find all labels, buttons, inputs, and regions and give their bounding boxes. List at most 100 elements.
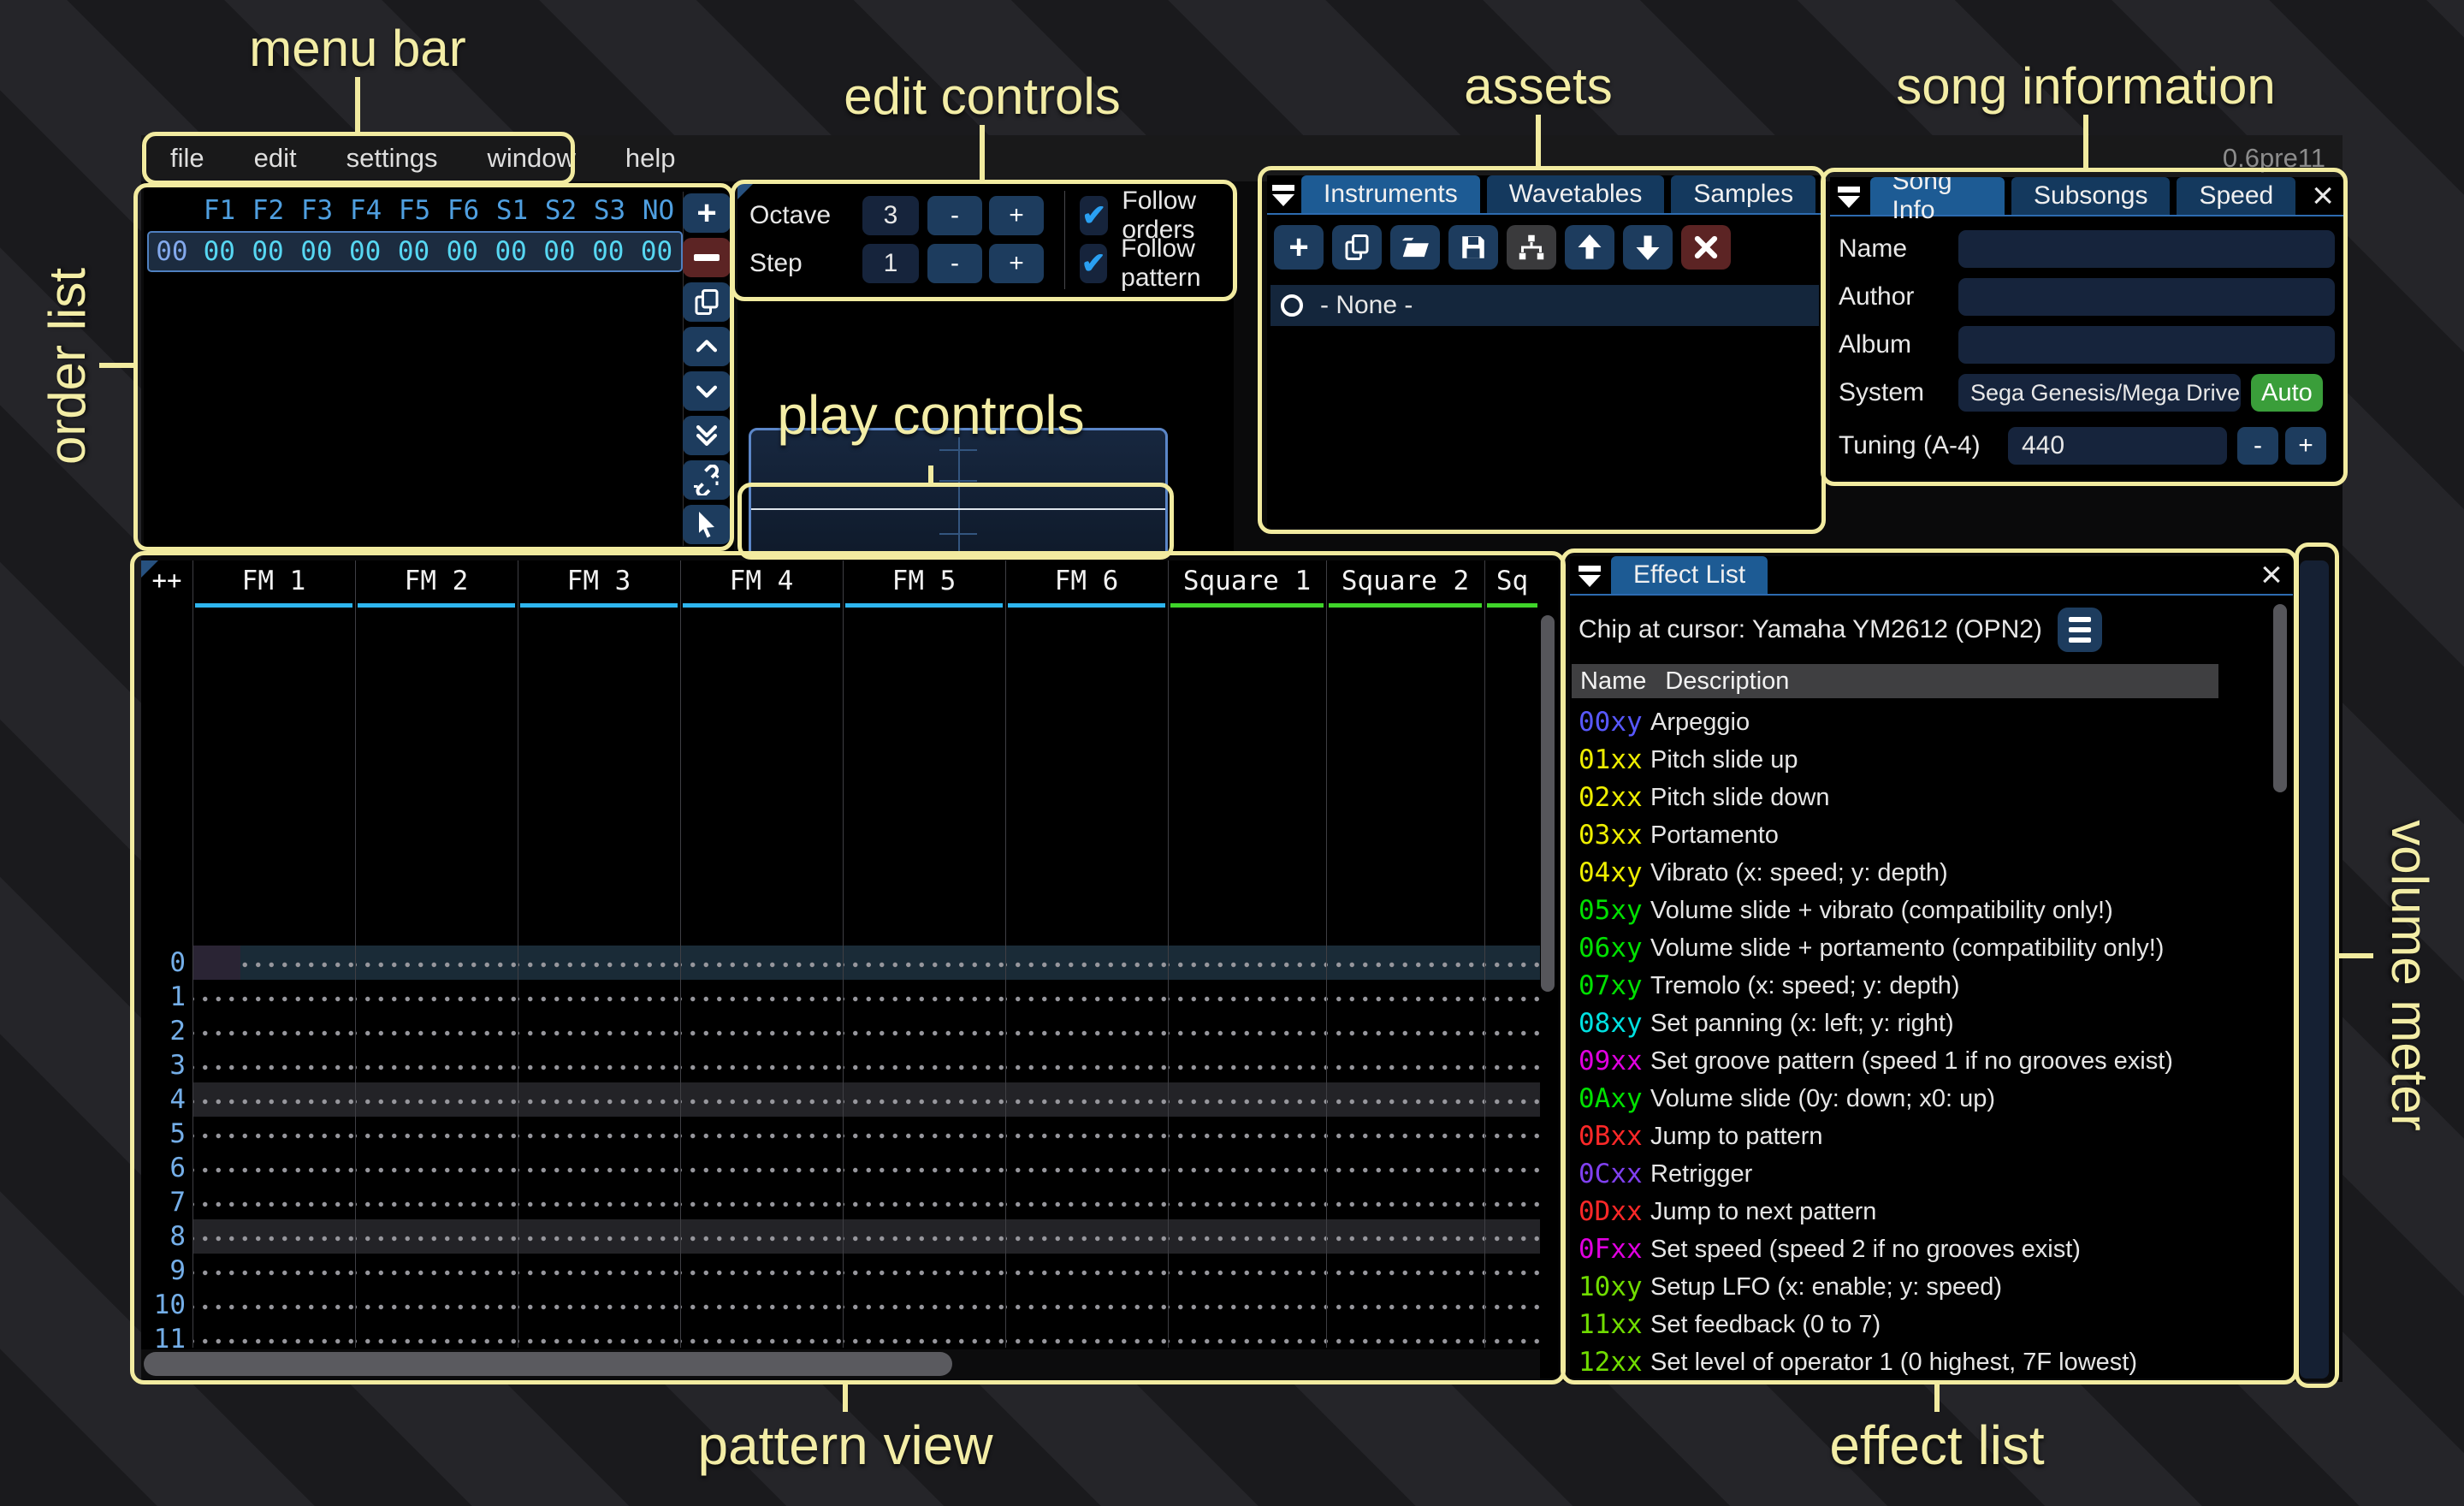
pattern-cell[interactable] — [1326, 1185, 1484, 1219]
pattern-cell[interactable] — [1326, 1014, 1484, 1048]
effect-row[interactable]: 06xyVolume slide + portamento (compatibi… — [1572, 929, 2272, 967]
pattern-cell[interactable] — [1005, 1117, 1168, 1151]
follow-orders-checkbox[interactable]: ✔ — [1080, 196, 1108, 235]
order-column-F6[interactable]: F6 — [439, 195, 488, 226]
pattern-row[interactable]: 8 — [141, 1219, 1540, 1254]
order-cell[interactable]: 00 — [195, 236, 244, 267]
pattern-cell[interactable] — [355, 1219, 518, 1254]
order-edit-mode-button[interactable] — [683, 505, 731, 544]
pattern-cell[interactable] — [1168, 1151, 1326, 1185]
tab-song-info[interactable]: Song Info — [1870, 177, 2005, 215]
pattern-cell[interactable] — [518, 1151, 680, 1185]
pattern-cell[interactable] — [355, 1117, 518, 1151]
effect-row[interactable]: 11xxSet feedback (0 to 7) — [1572, 1306, 2272, 1343]
pattern-cell[interactable] — [1005, 1048, 1168, 1082]
effect-row[interactable]: 09xxSet groove pattern (speed 1 if no gr… — [1572, 1042, 2272, 1080]
channel-header-fm-5[interactable]: FM 5 — [843, 560, 1005, 612]
pattern-cell[interactable] — [1484, 1151, 1540, 1185]
order-column-S2[interactable]: S2 — [536, 195, 585, 226]
effect-row[interactable]: 0AxyVolume slide (0y: down; x0: up) — [1572, 1080, 2272, 1118]
pattern-row[interactable]: 10 — [141, 1288, 1540, 1322]
effect-row[interactable]: 08xySet panning (x: left; y: right) — [1572, 1005, 2272, 1042]
tuning-increase-button[interactable]: + — [2285, 427, 2326, 465]
pattern-cell[interactable] — [192, 1288, 355, 1322]
order-list-row[interactable]: 0000000000000000000000 — [147, 231, 683, 272]
octave-increase-button[interactable]: + — [989, 196, 1044, 235]
close-icon[interactable]: × — [2250, 556, 2293, 594]
delete-asset-button[interactable] — [1681, 225, 1731, 270]
menu-file[interactable]: file — [170, 143, 204, 174]
pattern-cell[interactable] — [1168, 946, 1326, 980]
pattern-cell[interactable] — [680, 1219, 843, 1254]
pattern-cell[interactable] — [843, 1151, 1005, 1185]
pattern-cell[interactable] — [192, 1185, 355, 1219]
tab-samples[interactable]: Samples — [1671, 175, 1815, 213]
tab-effect-list[interactable]: Effect List — [1611, 556, 1768, 594]
duplicate-order-button[interactable] — [683, 282, 731, 322]
pattern-cell[interactable] — [843, 1014, 1005, 1048]
pattern-row[interactable]: 9 — [141, 1254, 1540, 1288]
pattern-cell[interactable] — [1168, 1014, 1326, 1048]
pattern-cell[interactable] — [192, 1117, 355, 1151]
effect-row[interactable]: 0FxxSet speed (speed 2 if no grooves exi… — [1572, 1230, 2272, 1268]
add-order-button[interactable]: + — [683, 193, 731, 233]
duplicate-order-to-end-button[interactable] — [683, 416, 731, 455]
pattern-cell[interactable] — [1326, 946, 1484, 980]
pattern-cell[interactable] — [518, 980, 680, 1014]
effect-row[interactable]: 02xxPitch slide down — [1572, 779, 2272, 816]
tab-instruments[interactable]: Instruments — [1301, 175, 1480, 213]
effect-row[interactable]: 10xySetup LFO (x: enable; y: speed) — [1572, 1268, 2272, 1306]
pattern-cell[interactable] — [192, 1151, 355, 1185]
pattern-cell[interactable] — [192, 1014, 355, 1048]
pattern-cell[interactable] — [843, 1288, 1005, 1322]
tab-speed[interactable]: Speed — [2177, 177, 2295, 215]
pattern-cell[interactable] — [843, 1048, 1005, 1082]
order-cell[interactable]: 00 — [487, 236, 536, 267]
pattern-cell[interactable] — [1005, 980, 1168, 1014]
tuning-input[interactable]: 440 — [2008, 427, 2227, 465]
pattern-cell[interactable] — [1168, 1219, 1326, 1254]
channel-header-fm-1[interactable]: FM 1 — [192, 560, 355, 612]
pattern-cell[interactable] — [518, 1254, 680, 1288]
pattern-cell[interactable] — [680, 980, 843, 1014]
menu-window[interactable]: window — [487, 143, 575, 174]
pattern-cell[interactable] — [518, 1117, 680, 1151]
follow-pattern-checkbox[interactable]: ✔ — [1080, 244, 1107, 283]
order-column-NO[interactable]: NO — [634, 195, 683, 226]
pattern-cell[interactable] — [1484, 1117, 1540, 1151]
duplicate-asset-button[interactable] — [1332, 225, 1382, 270]
pattern-cell[interactable] — [680, 1185, 843, 1219]
pattern-cell[interactable] — [355, 1288, 518, 1322]
pattern-row[interactable]: 3 — [141, 1048, 1540, 1082]
pattern-cell[interactable] — [1326, 1151, 1484, 1185]
pattern-row[interactable]: 0 — [141, 946, 1540, 980]
order-column-F4[interactable]: F4 — [341, 195, 390, 226]
effect-list-scrollbar[interactable] — [2273, 604, 2287, 792]
channel-header-fm-4[interactable]: FM 4 — [680, 560, 843, 612]
pattern-cell[interactable] — [192, 1048, 355, 1082]
pattern-cell[interactable] — [1326, 980, 1484, 1014]
effect-row[interactable]: 04xyVibrato (x: speed; y: depth) — [1572, 854, 2272, 892]
pattern-cell[interactable] — [518, 946, 680, 980]
step-increase-button[interactable]: + — [989, 244, 1044, 283]
channel-header-fm-6[interactable]: FM 6 — [1005, 560, 1168, 612]
pattern-cell[interactable] — [1326, 1288, 1484, 1322]
tab-wavetables[interactable]: Wavetables — [1487, 175, 1665, 213]
system-select[interactable]: Sega Genesis/Mega Drive — [1958, 374, 2241, 412]
pattern-cell[interactable] — [1484, 1219, 1540, 1254]
pattern-cell[interactable] — [1484, 1288, 1540, 1322]
collapse-icon[interactable] — [1835, 177, 1863, 216]
pattern-horizontal-scrollbar[interactable] — [144, 1352, 952, 1376]
order-column-F5[interactable]: F5 — [390, 195, 439, 226]
pattern-cell[interactable] — [1168, 1288, 1326, 1322]
pattern-cell[interactable] — [680, 1082, 843, 1117]
pattern-cell[interactable] — [843, 1117, 1005, 1151]
pattern-cell[interactable] — [1168, 1185, 1326, 1219]
pattern-cell[interactable] — [1005, 1185, 1168, 1219]
pattern-cell[interactable] — [355, 1048, 518, 1082]
move-asset-up-button[interactable] — [1565, 225, 1614, 270]
pattern-cell[interactable] — [355, 1082, 518, 1117]
pattern-row[interactable]: 1 — [141, 980, 1540, 1014]
pattern-cell[interactable] — [680, 1048, 843, 1082]
pattern-cell[interactable] — [518, 1288, 680, 1322]
